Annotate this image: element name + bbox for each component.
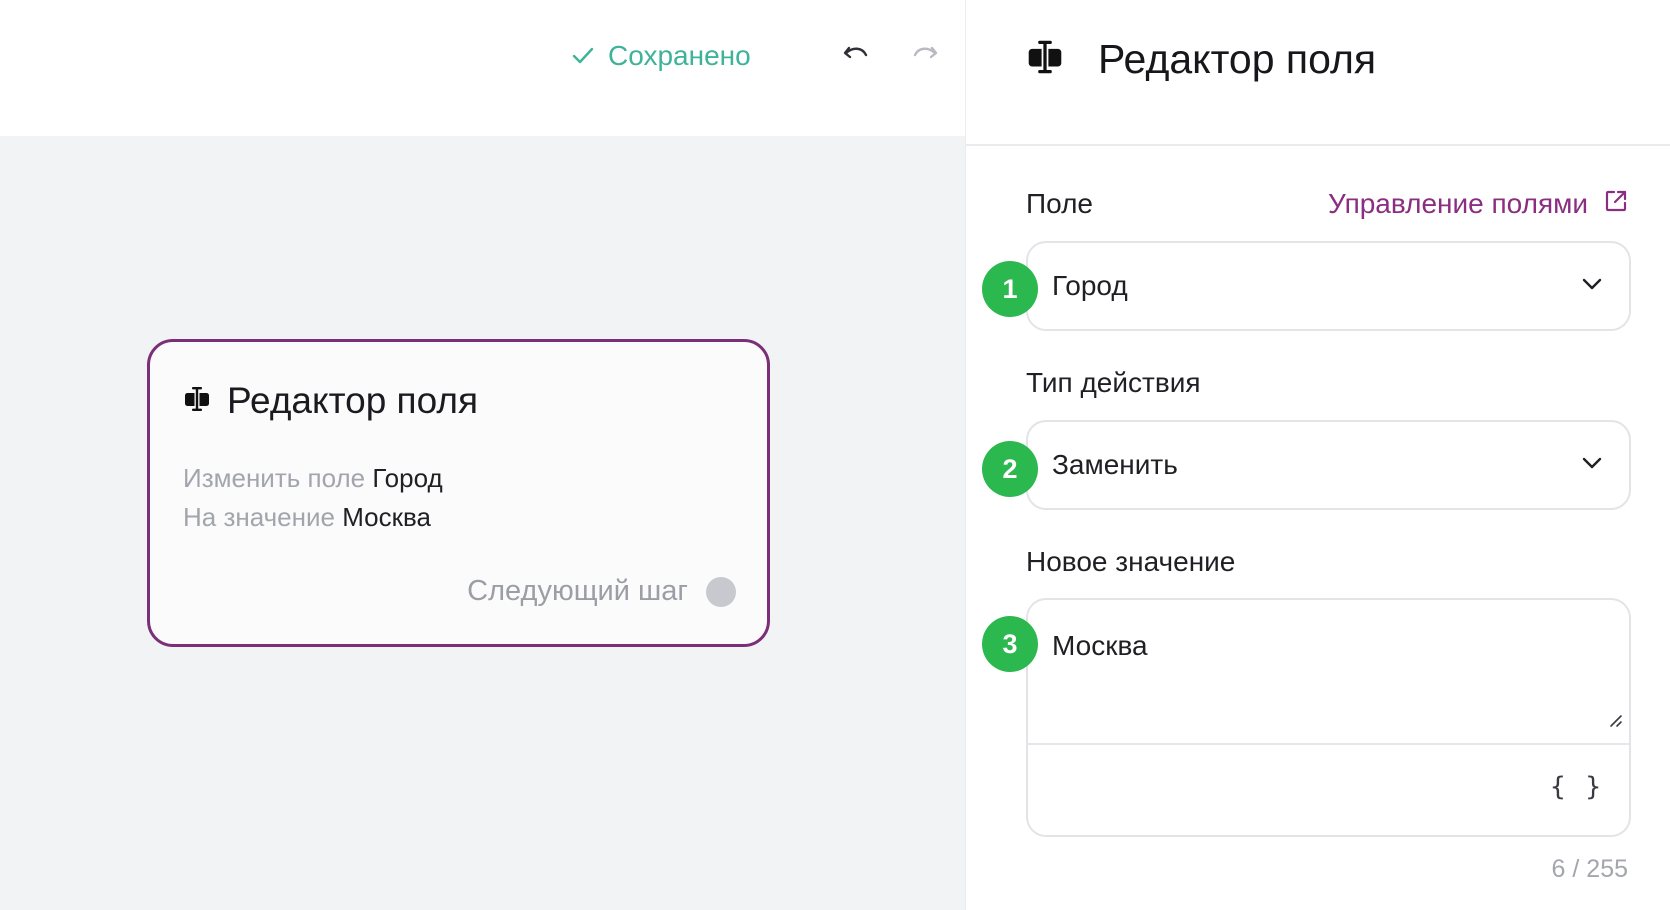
panel-title: Редактор поля [1098,36,1377,82]
new-value-label: Новое значение [1026,546,1236,577]
step-badge-1: 1 [982,261,1038,317]
new-value-field: Москва { } [1026,598,1631,837]
manage-fields-text: Управление полями [1328,188,1588,219]
field-editor-icon [1026,38,1064,81]
field-editor-panel: Редактор поля Поле Управление полями Гор… [965,0,1670,910]
redo-button[interactable] [905,38,945,74]
canvas-toolbar: Сохранено [0,0,965,136]
chevron-down-icon [1581,277,1603,296]
chevron-down-icon [1581,456,1603,475]
new-value-input[interactable]: Москва [1052,630,1592,730]
action-type-label: Тип действия [1026,367,1201,398]
step-badge-2: 2 [982,441,1038,497]
node-to-value-line: На значение Москва [183,502,431,533]
next-step-handle[interactable] [706,576,736,607]
next-step-label: Следующий шаг [467,575,688,607]
redo-icon [912,44,938,69]
to-value-label: На значение [183,502,335,532]
change-field-label: Изменить поле [183,463,366,493]
resize-handle-icon[interactable] [1607,712,1623,733]
change-field-value: Город [372,463,443,493]
next-step-connector[interactable]: Следующий шаг [467,575,736,608]
divider [1028,743,1629,745]
to-value-value: Москва [342,502,431,532]
manage-fields-link[interactable]: Управление полями [1328,188,1628,220]
field-editor-icon [183,385,211,418]
field-label: Поле [1026,188,1093,219]
saved-status: Сохранено [572,38,751,74]
app-root: Сохранено Редактор поля Изменить поле Го… [0,0,1670,910]
step-badge-3: 3 [982,616,1038,672]
char-counter: 6 / 255 [1551,855,1628,883]
check-icon [572,47,594,65]
undo-button[interactable] [836,38,876,74]
field-select[interactable]: Город [1026,241,1631,331]
panel-header: Редактор поля [966,0,1670,146]
saved-status-text: Сохранено [608,40,751,71]
action-type-select[interactable]: Заменить [1026,420,1631,510]
insert-variable-button[interactable]: { } [1550,772,1603,802]
field-editor-node[interactable]: Редактор поля Изменить поле Город На зна… [147,339,770,647]
external-link-icon [1604,188,1628,220]
node-title: Редактор поля [227,380,478,421]
node-change-field-line: Изменить поле Город [183,463,443,494]
field-select-value: Город [1052,270,1128,301]
undo-icon [843,44,869,69]
node-header: Редактор поля [183,380,478,422]
action-select-value: Заменить [1052,449,1178,480]
